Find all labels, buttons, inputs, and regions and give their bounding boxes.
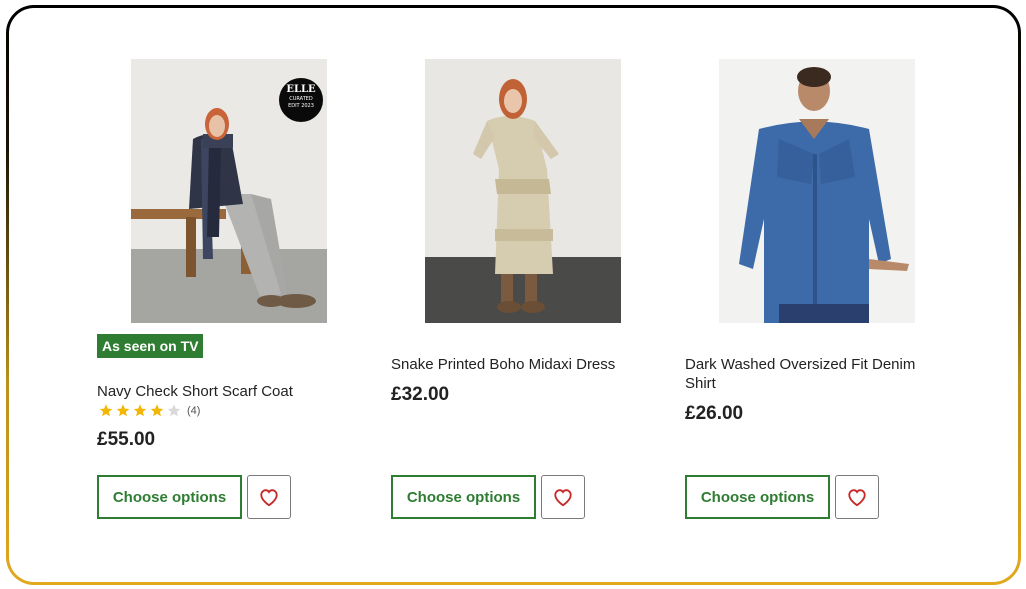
product-price: £32.00 bbox=[391, 384, 450, 405]
star-empty-icon bbox=[167, 404, 181, 417]
card-frame: ELLE CURATED EDIT 2023 As seen on TV Nav… bbox=[6, 5, 1021, 585]
add-to-wishlist-button[interactable] bbox=[541, 475, 585, 519]
as-seen-on-tv-badge: As seen on TV bbox=[97, 334, 204, 358]
elle-curated-edit-logo: ELLE CURATED EDIT 2023 bbox=[279, 78, 323, 122]
product-price: £26.00 bbox=[685, 403, 744, 424]
star-rating: (4) bbox=[98, 403, 200, 418]
product-name[interactable]: Dark Washed Oversized Fit Denim Shirt bbox=[685, 355, 935, 393]
add-to-wishlist-button[interactable] bbox=[835, 475, 879, 519]
star-filled-icon bbox=[116, 404, 130, 417]
rating-count[interactable]: (4) bbox=[187, 405, 200, 417]
product-image[interactable] bbox=[425, 59, 621, 323]
heart-icon bbox=[848, 489, 866, 507]
product-image[interactable] bbox=[719, 59, 915, 323]
star-filled-icon bbox=[133, 404, 147, 417]
heart-icon bbox=[554, 489, 572, 507]
product-image[interactable]: ELLE CURATED EDIT 2023 bbox=[131, 59, 327, 323]
star-filled-icon bbox=[99, 404, 113, 417]
choose-options-button[interactable]: Choose options bbox=[97, 475, 242, 519]
product-name[interactable]: Snake Printed Boho Midaxi Dress bbox=[391, 355, 641, 374]
star-filled-icon bbox=[150, 404, 164, 417]
product-price: £55.00 bbox=[97, 429, 156, 450]
choose-options-button[interactable]: Choose options bbox=[391, 475, 536, 519]
add-to-wishlist-button[interactable] bbox=[247, 475, 291, 519]
heart-icon bbox=[260, 489, 278, 507]
product-name[interactable]: Navy Check Short Scarf Coat bbox=[97, 382, 347, 401]
product-grid: ELLE CURATED EDIT 2023 As seen on TV Nav… bbox=[9, 8, 1018, 582]
choose-options-button[interactable]: Choose options bbox=[685, 475, 830, 519]
